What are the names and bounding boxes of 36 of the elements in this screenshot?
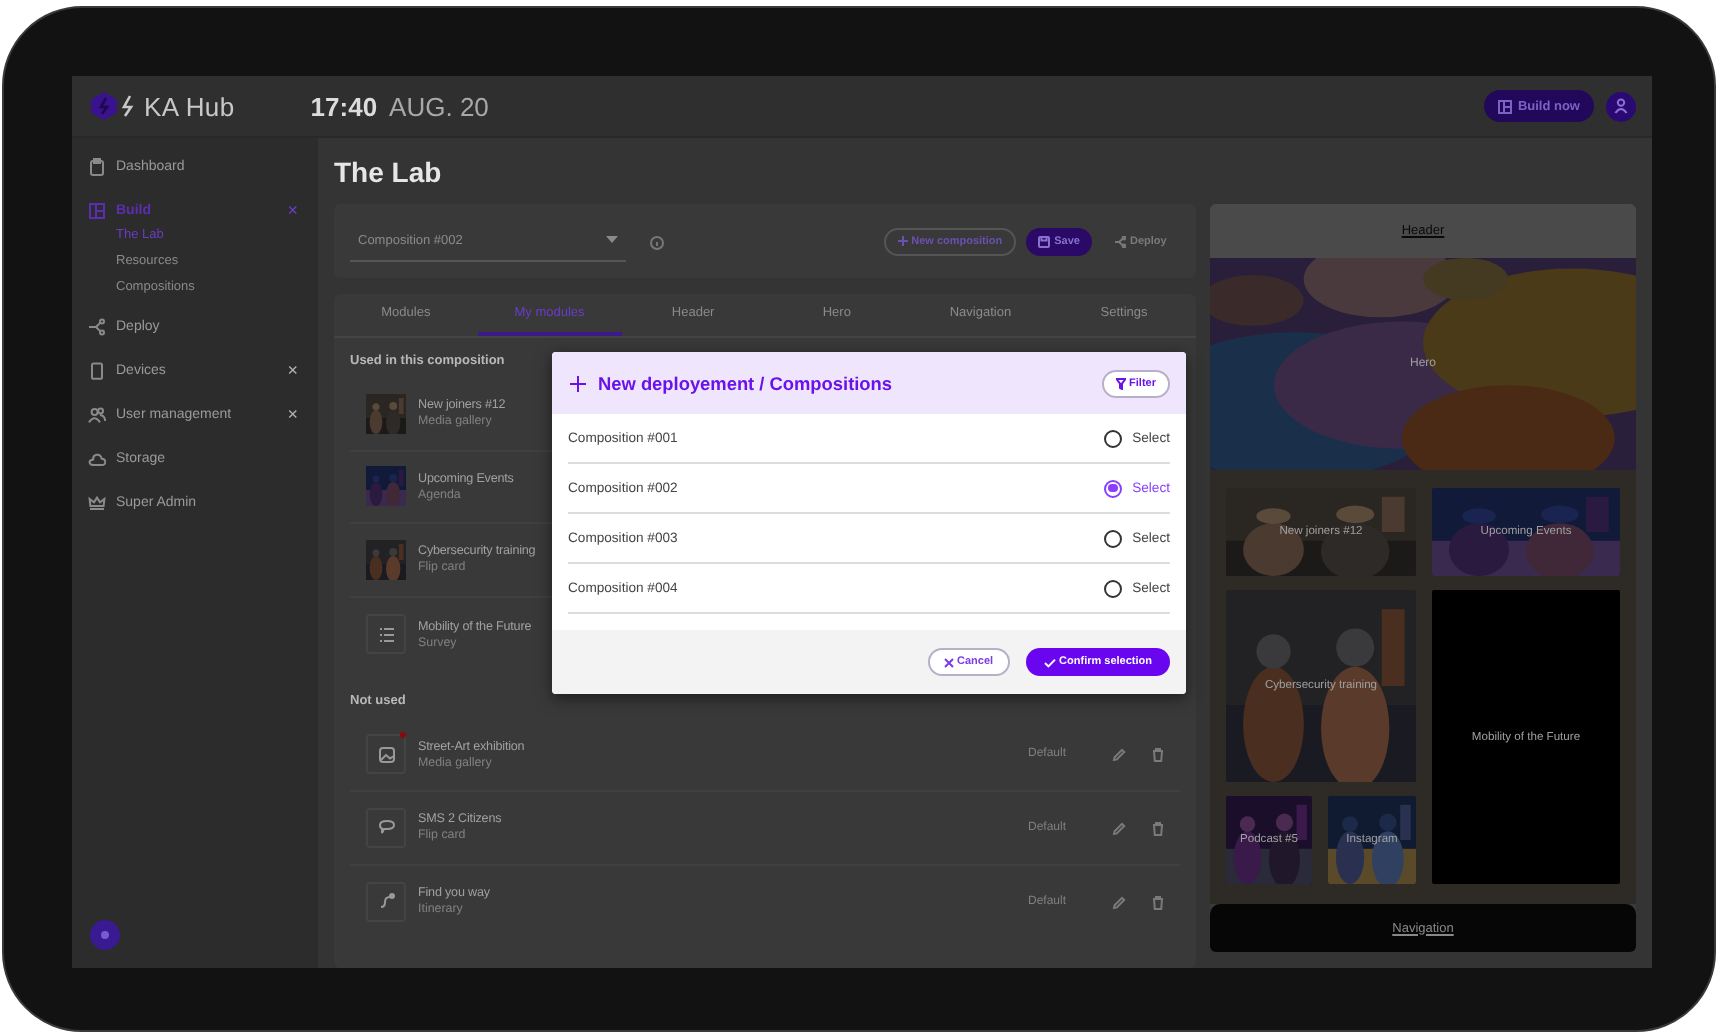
chat-icon xyxy=(377,818,395,837)
route-icon xyxy=(377,892,395,911)
date-label: AUG. 20 xyxy=(389,91,489,121)
check-icon xyxy=(1043,657,1056,667)
avatar-button[interactable] xyxy=(1606,91,1636,121)
trash-icon xyxy=(1152,748,1164,763)
page-title: The Lab xyxy=(334,158,444,186)
layout-icon xyxy=(88,201,106,219)
users-icon xyxy=(88,405,106,423)
crown-icon xyxy=(88,493,106,511)
pencil-icon xyxy=(1112,748,1126,763)
clock-time: 17:40 xyxy=(310,91,378,121)
plus-icon xyxy=(897,236,908,246)
caret-icon xyxy=(606,236,618,244)
clipboard-icon xyxy=(88,157,106,175)
trash-icon xyxy=(1152,821,1164,836)
close-icon xyxy=(943,657,953,667)
info-icon xyxy=(650,235,664,249)
list-icon xyxy=(377,625,395,644)
pencil-icon xyxy=(1112,895,1126,910)
pencil-icon xyxy=(1112,821,1126,836)
plus-icon xyxy=(570,375,586,391)
image-icon xyxy=(377,745,395,764)
app-logo: KA Hub xyxy=(144,91,235,121)
layout-icon xyxy=(1497,99,1512,113)
tablet-icon xyxy=(88,361,106,379)
share-icon xyxy=(88,317,106,335)
user-icon xyxy=(1614,98,1628,114)
modal-title: New deployement / Compositions xyxy=(598,373,895,393)
trash-icon xyxy=(1152,895,1164,910)
cloud-icon xyxy=(88,449,106,467)
dot-icon xyxy=(100,930,110,940)
filter-icon xyxy=(1115,377,1126,389)
save-icon xyxy=(1038,235,1051,247)
help-button[interactable] xyxy=(90,920,120,950)
share-icon xyxy=(1114,235,1126,247)
